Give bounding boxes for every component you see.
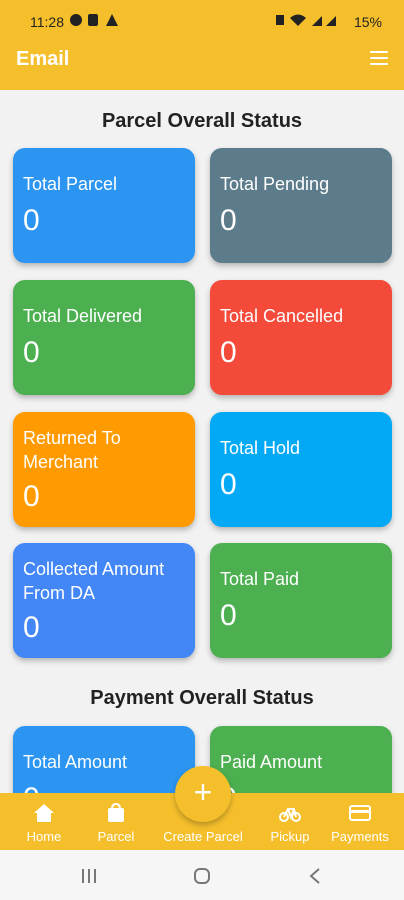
dashboard-content: Parcel Overall Status Total Parcel 0 Tot… — [0, 90, 404, 850]
returned-to-merchant-card[interactable]: Returned To Merchant 0 — [13, 412, 195, 527]
app-title: Email — [16, 48, 70, 70]
home-icon — [34, 804, 54, 822]
card-icon — [349, 805, 371, 821]
status-left-icons — [70, 13, 130, 30]
card-label: Paid Amount — [220, 752, 323, 772]
total-paid-card[interactable]: Total Paid 0 — [210, 543, 392, 658]
signal-icon — [326, 16, 336, 26]
hamburger-menu-icon[interactable] — [370, 51, 388, 65]
parcel-bag-icon — [108, 803, 124, 822]
collected-amount-card[interactable]: Collected Amount From DA 0 — [13, 543, 195, 658]
home-circle-icon[interactable] — [193, 867, 211, 885]
nav-home-label: Home — [26, 829, 62, 844]
app-bar: Email — [0, 34, 404, 90]
card-value: 0 — [23, 611, 40, 644]
nav-payments[interactable]: Payments — [324, 793, 396, 850]
nav-parcel-label: Parcel — [97, 829, 135, 844]
nav-pickup[interactable]: Pickup — [262, 793, 318, 850]
total-pending-card[interactable]: Total Pending 0 — [210, 148, 392, 263]
status-time: 11:28 — [30, 14, 64, 30]
card-value: 0 — [220, 599, 237, 632]
card-value: 0 — [23, 336, 40, 369]
create-parcel-fab[interactable]: + — [175, 766, 231, 822]
total-cancelled-card[interactable]: Total Cancelled 0 — [210, 280, 392, 395]
parcel-status-title: Parcel Overall Status — [101, 110, 303, 132]
nav-payments-label: Payments — [331, 829, 389, 844]
wifi-icon — [290, 14, 306, 26]
system-navigation-bar — [0, 850, 404, 900]
card-label: Total Cancelled — [220, 306, 344, 326]
card-label: Total Paid — [220, 569, 300, 589]
card-value: 0 — [220, 468, 237, 501]
card-label: Total Amount — [23, 752, 128, 772]
status-bar: 11:28 15% — [0, 0, 404, 34]
payment-status-title: Payment Overall Status — [90, 687, 314, 709]
signal-icon — [312, 16, 322, 26]
battery-percent: 15% — [353, 14, 382, 30]
card-value: 0 — [23, 204, 40, 237]
card-label: Total Pending — [220, 174, 330, 194]
card-label: Collected Amount From DA — [23, 559, 165, 603]
back-icon[interactable] — [308, 867, 322, 885]
plus-icon: + — [193, 774, 213, 810]
total-delivered-card[interactable]: Total Delivered 0 — [13, 280, 195, 395]
recents-icon[interactable] — [80, 868, 98, 884]
nav-home[interactable]: Home — [0, 793, 88, 850]
nav-pickup-label: Pickup — [270, 829, 310, 844]
card-label: Returned To Merchant — [23, 428, 121, 472]
mute-icon — [276, 15, 284, 25]
nav-parcel[interactable]: Parcel — [88, 793, 144, 850]
card-label: Total Delivered — [23, 306, 143, 326]
sim-icon — [88, 14, 98, 26]
status-right-icons — [274, 13, 344, 30]
card-label: Total Hold — [220, 438, 301, 458]
bicycle-icon — [279, 808, 301, 822]
alert-icon — [70, 14, 82, 26]
card-value: 0 — [220, 336, 237, 369]
card-label: Total Parcel — [23, 174, 118, 194]
total-hold-card[interactable]: Total Hold 0 — [210, 412, 392, 527]
card-value: 0 — [23, 480, 40, 513]
nav-create-parcel-label: Create Parcel — [163, 829, 243, 844]
card-value: 0 — [220, 204, 237, 237]
total-parcel-card[interactable]: Total Parcel 0 — [13, 148, 195, 263]
warning-icon — [106, 14, 118, 26]
